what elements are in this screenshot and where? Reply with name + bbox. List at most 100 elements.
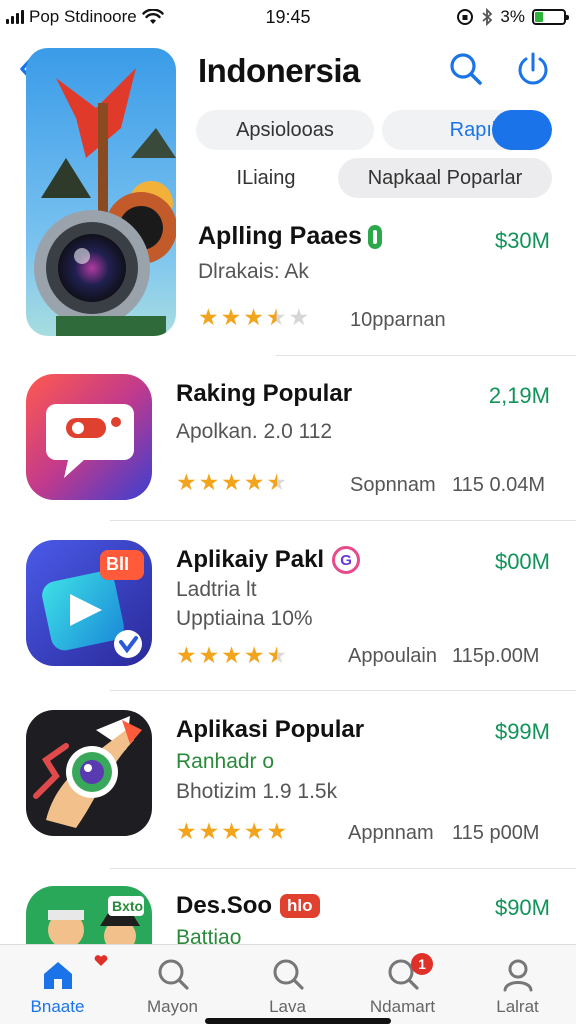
star-icon: ★ xyxy=(176,818,197,844)
tab-label: Ndamart xyxy=(369,997,436,1016)
featured-app-title[interactable]: Aplling Paaes xyxy=(198,222,382,251)
app-title-text: Aplikaiy Pakl xyxy=(176,546,325,573)
home-indicator xyxy=(205,1018,391,1024)
battery-icon xyxy=(532,9,569,25)
app-title-text: Aplikasi Popular xyxy=(176,716,365,743)
chip-label: Napkaal Poparlar xyxy=(367,166,523,189)
star-icon: ★ xyxy=(266,818,288,844)
app-title-raking-popular[interactable]: Raking Popular xyxy=(176,380,352,408)
tab-home[interactable]: Bnaate xyxy=(0,953,115,1023)
app-subtitle: Ranhadr o xyxy=(176,750,275,773)
status-bar: Pop Stdinoore 19:45 3% xyxy=(0,0,576,34)
star-icon: ★ xyxy=(198,818,220,844)
tab-label: Bnaate xyxy=(30,997,85,1016)
featured-app-image[interactable] xyxy=(26,48,176,336)
app-title-aplikaiy-pakl[interactable]: Aplikaiy Pakl G xyxy=(176,546,361,574)
tab-ndamart[interactable]: 1 Ndamart xyxy=(345,953,460,1023)
hlo-badge: hlo xyxy=(280,894,320,918)
search-icon xyxy=(273,959,304,990)
chip-label: Rapıl xyxy=(449,118,497,141)
app-rating-stars: ★ ★ ★ ★ ★ xyxy=(176,471,287,494)
g-badge-icon: G xyxy=(332,546,361,574)
star-icon: ★ xyxy=(243,304,264,330)
featured-price: $30M xyxy=(494,228,550,253)
app-meta-size: 115 p00M xyxy=(452,822,540,844)
home-icon xyxy=(43,962,72,989)
app-subtitle-2: Upptiaina 10% xyxy=(176,607,313,630)
app-meta-label: Sopnnam xyxy=(350,474,436,496)
divider xyxy=(110,868,576,869)
app-icon-raking-popular[interactable] xyxy=(26,374,152,500)
divider xyxy=(276,355,576,356)
tab-label: Lalrat xyxy=(496,997,539,1016)
chip-active-indicator xyxy=(492,110,552,150)
page-title: Indonersia xyxy=(198,52,360,89)
app-title-des-soo[interactable]: Des.Soo hlo xyxy=(176,892,320,920)
tab-lava[interactable]: Lava xyxy=(230,953,345,1023)
star-icon: ★ xyxy=(198,642,220,668)
star-icon: ★ xyxy=(243,818,265,844)
star-icon: ★ xyxy=(266,642,288,668)
person-icon xyxy=(503,959,532,992)
battery-level xyxy=(535,12,544,22)
filter-chip-rapil[interactable]: Rapıl xyxy=(382,110,552,150)
app-rating-stars: ★ ★ ★ ★ ★ xyxy=(176,644,287,667)
app-icon-aplikasi-popular[interactable] xyxy=(26,710,152,836)
heart-icon xyxy=(94,955,108,966)
app-price: $99M xyxy=(494,719,550,744)
filter-chip-napkaal-poparlar[interactable]: Napkaal Poparlar xyxy=(338,158,552,198)
star-icon: ★ xyxy=(176,469,197,495)
tab-label: Mayon xyxy=(146,997,199,1016)
star-icon: ★ xyxy=(198,304,219,330)
app-title-text: Raking Popular xyxy=(176,380,353,407)
notification-badge: 1 xyxy=(411,953,433,975)
tab-bar: Bnaate Mayon Lava 1 Ndamart Lalrat xyxy=(0,944,576,1024)
power-icon[interactable] xyxy=(514,50,552,88)
featured-rating-stars: ★ ★ ★ ★ ★ xyxy=(198,306,309,329)
orientation-lock-icon xyxy=(457,9,474,25)
app-meta-size: 115 0.04M xyxy=(452,474,546,496)
divider xyxy=(110,690,576,691)
app-price: 2,19M xyxy=(488,383,550,408)
filter-chip-iliaing[interactable]: ILiaing xyxy=(196,158,336,198)
app-price: $00M xyxy=(494,549,550,574)
divider xyxy=(110,520,576,521)
verified-badge-icon xyxy=(367,224,382,249)
star-icon: ★ xyxy=(198,469,220,495)
search-icon[interactable] xyxy=(446,50,484,88)
battery-percent: 3% xyxy=(500,7,525,26)
tab-lalrat[interactable]: Lalrat xyxy=(460,953,575,1023)
app-icon-des-soo[interactable]: Bxto xyxy=(26,886,152,946)
search-icon xyxy=(158,959,189,990)
star-icon: ★ xyxy=(221,642,242,668)
app-title-text: Des.Soo xyxy=(176,892,273,919)
featured-title-text: Aplling Paaes xyxy=(198,222,362,250)
app-meta-size: 115p.00M xyxy=(452,645,540,667)
star-icon: ★ xyxy=(221,818,242,844)
app-subtitle: Apolkan. 2.0 112 xyxy=(176,420,333,443)
app-meta-label: Appoulain xyxy=(348,645,437,667)
star-icon: ★ xyxy=(176,642,197,668)
app-subtitle-2: Bhotizim 1.9 1.5k xyxy=(176,780,338,803)
star-icon: ★ xyxy=(221,469,242,495)
chip-label: ILiaing xyxy=(236,166,296,189)
star-icon: ★ xyxy=(220,304,242,330)
chip-label: Apsiolooas xyxy=(236,118,334,141)
star-icon: ★ xyxy=(265,304,287,330)
featured-meta: 10pparnan xyxy=(350,309,446,331)
icon-badge-text: Bxto xyxy=(112,898,144,914)
star-icon: ★ xyxy=(243,469,265,495)
star-icon: ★ xyxy=(266,469,288,495)
app-icon-aplikaiy-pakl[interactable]: BlI xyxy=(26,540,152,666)
icon-badge-text: BlI xyxy=(106,554,130,574)
app-meta-label: Appnnam xyxy=(348,822,434,844)
app-title-aplikasi-popular[interactable]: Aplikasi Popular xyxy=(176,716,364,744)
app-rating-stars: ★ ★ ★ ★ ★ xyxy=(176,820,287,843)
app-subtitle: Ladtria lt xyxy=(176,578,257,601)
star-icon: ★ xyxy=(288,304,310,330)
filter-chip-apsiolooas[interactable]: Apsiolooas xyxy=(196,110,374,150)
app-price: $90M xyxy=(494,895,550,920)
status-right: 3% xyxy=(456,7,569,27)
tab-mayon[interactable]: Mayon xyxy=(115,953,230,1023)
bluetooth-icon xyxy=(482,8,493,26)
